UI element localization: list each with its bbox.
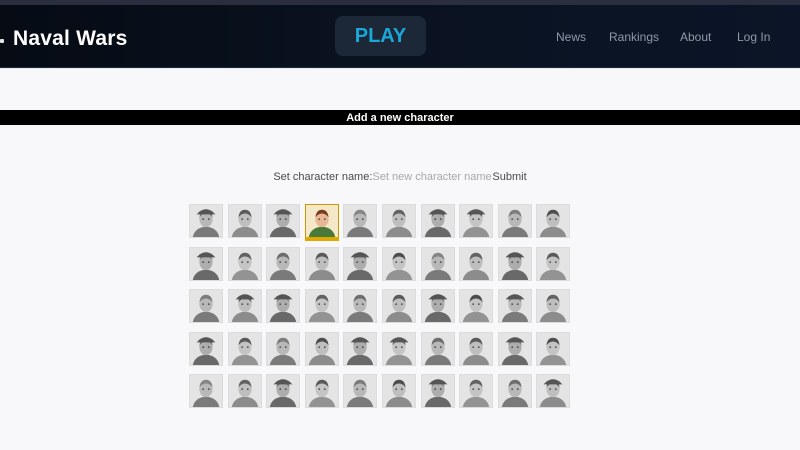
section-title-bar: Add a new character (0, 110, 800, 125)
brand-logo[interactable]: Naval Wars (13, 27, 127, 51)
character-portrait[interactable] (381, 374, 416, 408)
portrait-grid (189, 204, 574, 419)
character-name-form: Set character name: Submit (0, 170, 800, 184)
character-name-input[interactable] (372, 171, 493, 183)
character-portrait[interactable] (497, 204, 532, 238)
character-portrait[interactable] (420, 331, 455, 366)
character-portrait[interactable] (536, 204, 571, 238)
character-portrait[interactable] (459, 204, 494, 238)
submit-button[interactable]: Submit (492, 171, 526, 183)
character-portrait[interactable] (227, 204, 262, 238)
character-portrait[interactable] (227, 289, 262, 323)
character-portrait[interactable] (420, 289, 455, 323)
character-portrait[interactable] (266, 289, 301, 323)
character-portrait[interactable] (497, 331, 532, 366)
character-portrait[interactable] (304, 289, 339, 323)
character-portrait[interactable] (189, 374, 223, 408)
character-portrait[interactable] (497, 374, 532, 408)
character-portrait[interactable] (227, 331, 262, 366)
character-portrait[interactable] (189, 204, 223, 238)
character-portrait[interactable] (497, 246, 532, 281)
character-portrait[interactable] (189, 246, 223, 281)
top-navbar: Naval Wars PLAY News Rankings About Log … (0, 5, 800, 68)
character-portrait[interactable] (420, 374, 455, 408)
header-divider (0, 68, 800, 69)
character-portrait[interactable] (459, 374, 494, 408)
character-portrait[interactable] (266, 374, 301, 408)
character-portrait-selected[interactable] (304, 204, 339, 241)
character-portrait[interactable] (266, 331, 301, 366)
character-portrait[interactable] (536, 331, 571, 366)
character-portrait[interactable] (459, 331, 494, 366)
character-portrait[interactable] (381, 289, 416, 323)
character-portrait[interactable] (343, 374, 378, 408)
nav-link-about[interactable]: About (680, 30, 711, 44)
character-portrait[interactable] (459, 289, 494, 323)
character-portrait[interactable] (304, 374, 339, 408)
nav-link-rankings[interactable]: Rankings (609, 30, 659, 44)
character-portrait[interactable] (189, 331, 223, 366)
character-portrait[interactable] (381, 204, 416, 238)
character-portrait[interactable] (536, 289, 571, 323)
character-portrait[interactable] (420, 246, 455, 281)
character-portrait[interactable] (420, 204, 455, 238)
character-portrait[interactable] (227, 246, 262, 281)
character-portrait[interactable] (189, 289, 223, 323)
character-portrait[interactable] (536, 374, 571, 408)
brand-mark-icon (0, 39, 4, 43)
character-portrait[interactable] (266, 204, 301, 238)
character-portrait[interactable] (497, 289, 532, 323)
character-name-label: Set character name: (273, 171, 373, 183)
character-portrait[interactable] (343, 331, 378, 366)
character-portrait[interactable] (343, 204, 378, 238)
character-portrait[interactable] (459, 246, 494, 281)
character-portrait[interactable] (343, 289, 378, 323)
character-portrait[interactable] (304, 246, 339, 281)
character-portrait[interactable] (381, 246, 416, 281)
nav-link-news[interactable]: News (556, 30, 586, 44)
character-portrait[interactable] (343, 246, 378, 281)
character-portrait[interactable] (304, 331, 339, 366)
character-portrait[interactable] (381, 331, 416, 366)
play-button[interactable]: PLAY (335, 16, 426, 56)
character-portrait[interactable] (536, 246, 571, 281)
character-portrait[interactable] (266, 246, 301, 281)
character-portrait[interactable] (227, 374, 262, 408)
nav-link-login[interactable]: Log In (737, 30, 770, 44)
